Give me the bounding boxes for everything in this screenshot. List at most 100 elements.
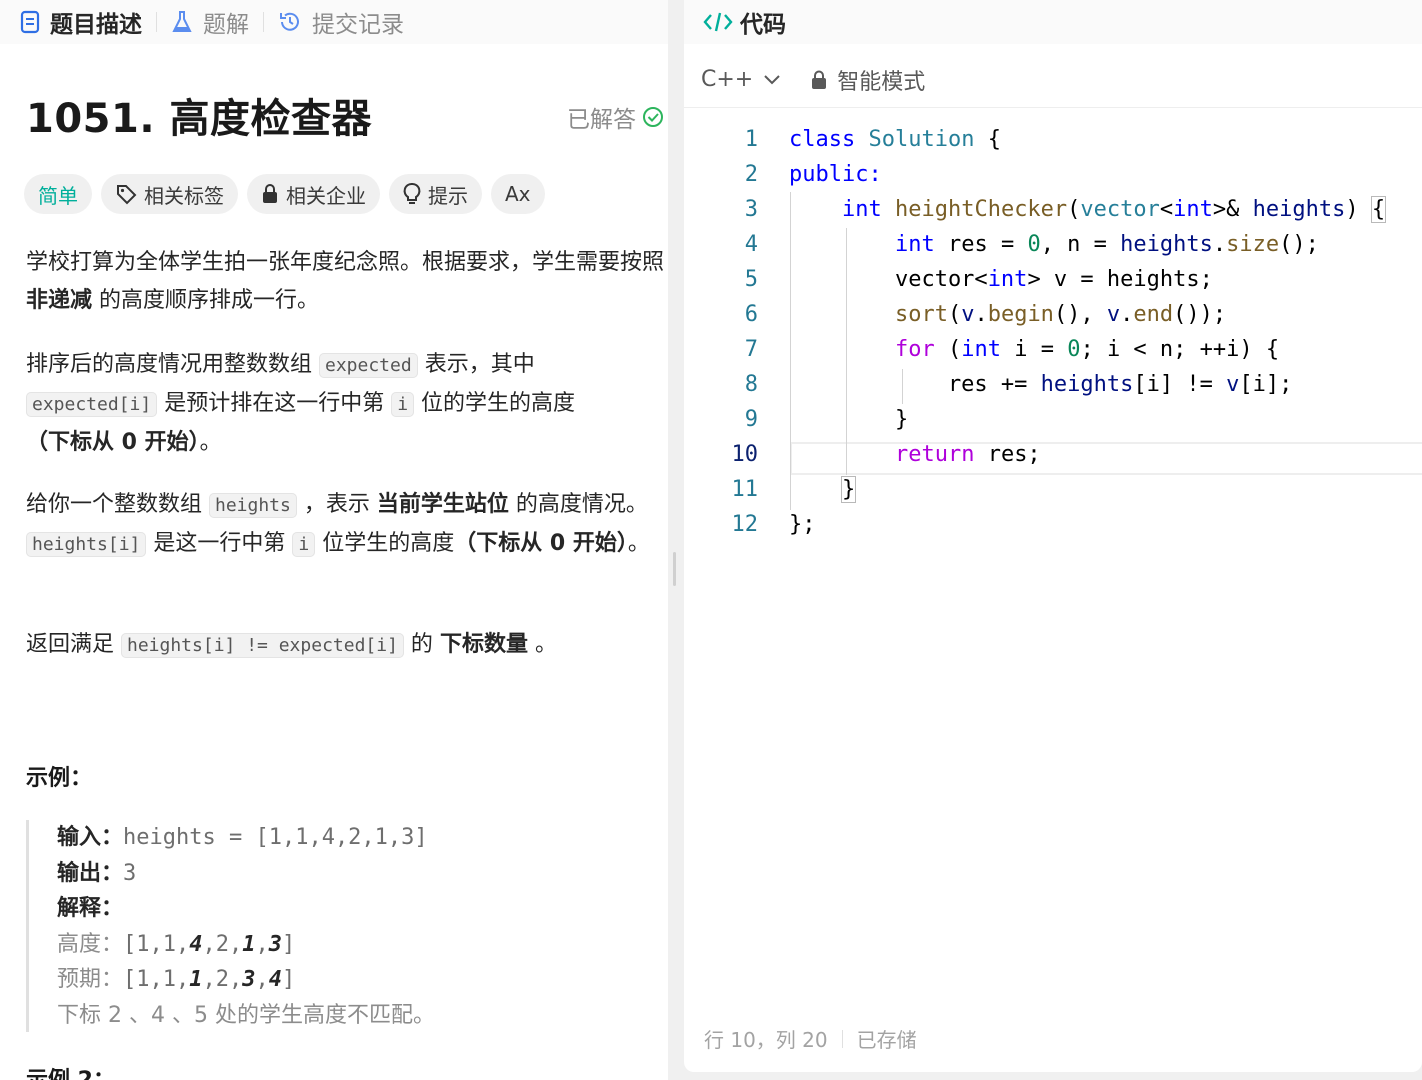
bold-text: 下标数量 (439, 632, 528, 657)
line-number: 5 (744, 267, 758, 292)
chevron-down-icon (764, 74, 780, 84)
expected-value: ] (282, 967, 296, 992)
example-2-title: 示例 2： (26, 1062, 115, 1080)
height-mismatch: 1 (242, 931, 256, 957)
translate-button[interactable]: Aх (491, 174, 545, 214)
language-label: C++ (701, 67, 754, 92)
line-number: 8 (744, 372, 758, 397)
code-line: 12}; (684, 507, 1422, 542)
expected-value: ,2, (202, 967, 243, 992)
description-paragraph-1: 学校打算为全体学生拍一张年度纪念照。根据要求，学生需要按照 非递减 的高度顺序排… (26, 244, 666, 320)
tab-separator (263, 12, 264, 32)
text: 。 (199, 430, 222, 455)
text: 是预计排在这一行中第 (157, 391, 392, 416)
description-paragraph-3: 给你一个整数数组 heights ，表示 当前学生站位 的高度情况。 height… (26, 486, 666, 564)
code-panel-title: 代码 (740, 12, 786, 38)
tab-description-label: 题目描述 (50, 12, 142, 38)
expected-mismatch: 4 (268, 967, 282, 992)
code-line: 5 vector<int> v = heights; (684, 262, 1422, 297)
line-number: 11 (731, 477, 759, 502)
flask-icon (172, 11, 192, 32)
height-mismatch: 4 (189, 931, 203, 957)
hint-button[interactable]: 提示 (389, 174, 482, 214)
explain-label: 解释： (57, 896, 124, 921)
problem-tabbar: 题目描述 题解 提交记录 (0, 0, 668, 44)
height-value: ,2, (202, 931, 243, 957)
panel-resizer[interactable] (668, 0, 682, 1080)
text: 的 (403, 632, 440, 657)
height-value: [1,1, (123, 931, 190, 957)
topic-tags-label: 相关标签 (144, 183, 224, 208)
document-icon (20, 10, 40, 34)
history-icon (280, 12, 299, 31)
height-value: ] (282, 931, 296, 957)
code-line: 8 res += heights[i] != v[i]; (684, 367, 1422, 402)
height-mismatch: 3 (268, 931, 282, 957)
text: 返回满足 (26, 632, 121, 657)
smart-mode-toggle[interactable]: 智能模式 (811, 64, 925, 96)
input-label: 输入： (57, 825, 124, 850)
example-note: 下标 2 、4 、5 处的学生高度不匹配。 (57, 1002, 435, 1028)
text: 的高度情况。 (508, 492, 648, 517)
solved-status: 已解答 (567, 100, 664, 134)
save-status: 已存储 (856, 1028, 917, 1052)
expected-value: [1,1, (123, 967, 190, 992)
translate-icon: Aх (505, 182, 531, 206)
output-label: 输出： (57, 860, 124, 886)
tab-solutions[interactable]: 题解 (171, 0, 249, 44)
text: 位学生的高度 (315, 531, 455, 556)
language-select[interactable]: C++ (701, 67, 781, 92)
inline-code: heights[i] (26, 532, 147, 557)
inline-code: i (292, 532, 316, 557)
lock-icon (263, 184, 277, 203)
example-1-block: 输入：heights = [1,1,4,2,1,3] 输出：3 解释： 高度：[… (26, 820, 646, 1032)
text: 。 (627, 531, 650, 556)
bold-text: 当前学生站位 (376, 492, 509, 517)
inline-code: heights (209, 493, 297, 518)
expected-value: , (255, 967, 269, 992)
resize-handle[interactable] (673, 552, 676, 586)
input-value: heights = [1,1,4,2,1,3] (123, 825, 428, 850)
height-value: , (255, 931, 269, 957)
expected-mismatch: 1 (189, 967, 203, 992)
difficulty-badge: 简单 (24, 174, 92, 214)
line-number: 7 (744, 337, 758, 362)
topic-tags-button[interactable]: 相关标签 (101, 174, 238, 214)
expected-label: 预期： (57, 967, 124, 992)
code-panel: 代码 C++ 智能模式 1 class Solution { 2 public: 3… (684, 0, 1422, 1072)
example-1-title: 示例： (26, 766, 93, 791)
code-line: 7 for (int i = 0; i < n; ++i) { (684, 332, 1422, 367)
bold-text: （下标从 0 开始） (454, 531, 628, 556)
code-line: 3 int heightChecker(vector<int>& heights… (684, 192, 1422, 227)
code-line: 6 sort(v.begin(), v.end()); (684, 297, 1422, 332)
text: 位的学生的高度 (414, 391, 576, 416)
tag-icon (117, 185, 137, 205)
tab-description[interactable]: 题目描述 (20, 0, 142, 44)
text: 。 (527, 632, 557, 657)
smart-mode-label: 智能模式 (837, 69, 926, 95)
inline-code: expected (319, 353, 418, 378)
lock-icon (812, 70, 827, 89)
editor-statusbar: 行 10，列 20 已存储 (704, 1024, 917, 1053)
code-editor[interactable]: 1 class Solution { 2 public: 3 int heightC… (684, 122, 1422, 552)
code-line: 1 class Solution { (684, 122, 1422, 157)
check-circle-icon (643, 107, 663, 127)
tab-submissions[interactable]: 提交记录 (278, 0, 404, 44)
text: 是这一行中第 (146, 531, 293, 556)
text: 的高度顺序排成一行。 (92, 288, 320, 313)
expected-mismatch: 3 (242, 967, 256, 992)
code-icon (703, 12, 733, 32)
description-paragraph-2: 排序后的高度情况用整数数组 expected 表示，其中 expected[i]… (26, 346, 666, 462)
hint-label: 提示 (428, 183, 468, 208)
inline-code: heights[i] != expected[i] (121, 633, 404, 658)
companies-button[interactable]: 相关企业 (247, 174, 380, 214)
line-number: 1 (744, 127, 758, 152)
companies-label: 相关企业 (286, 183, 366, 208)
line-number: 12 (731, 512, 759, 537)
code-line-current: 10 return res; (684, 437, 1422, 472)
text: 表示，其中 (417, 352, 535, 377)
line-number: 4 (744, 232, 758, 257)
line-number: 10 (731, 442, 759, 467)
line-number: 6 (744, 302, 758, 327)
text: 排序后的高度情况用整数数组 (26, 352, 319, 377)
